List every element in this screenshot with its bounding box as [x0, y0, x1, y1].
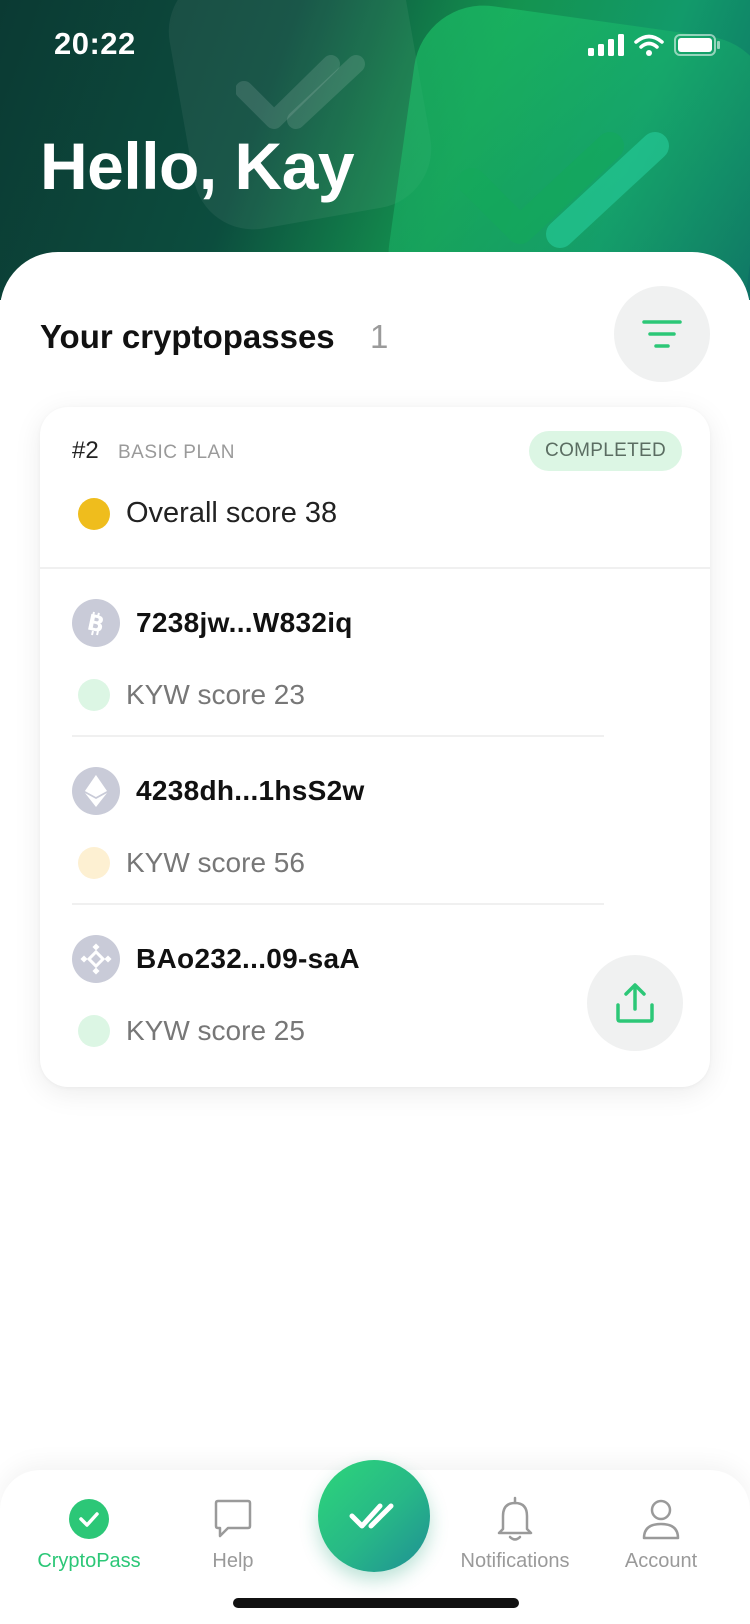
bell-icon [497, 1496, 533, 1541]
wallet-score-row: KYW score 23 [78, 679, 305, 711]
bitcoin-icon: B [72, 599, 120, 647]
home-indicator [233, 1598, 519, 1608]
status-bar: 20:22 [0, 0, 750, 90]
wallet-row[interactable]: 4238dh...1hsS2w KYW score 56 [40, 737, 710, 905]
battery-icon [674, 34, 720, 56]
greeting-title: Hello, Kay [40, 129, 355, 203]
chat-bubble-icon [214, 1499, 252, 1538]
wallet-address: BAo232...09-saA [136, 943, 360, 974]
score-indicator [78, 497, 110, 530]
ethereum-icon [72, 767, 120, 815]
card-header: #2 BASIC PLAN COMPLETED Overall score 38 [40, 407, 710, 567]
wallet-score: KYW score 56 [126, 847, 305, 878]
status-icons [588, 34, 720, 56]
scan-action-button[interactable] [318, 1460, 430, 1572]
binance-icon [72, 935, 120, 983]
nav-label: Help [212, 1550, 254, 1572]
wallet-address: 4238dh...1hsS2w [136, 775, 365, 806]
user-icon [642, 1499, 680, 1540]
overall-score: Overall score 38 [126, 497, 338, 529]
nav-label: CryptoPass [37, 1550, 141, 1572]
score-indicator [78, 1015, 110, 1047]
wallet-address: 7238jw...W832iq [136, 607, 353, 638]
wallet-score: KYW score 23 [126, 679, 305, 710]
main-content: Your cryptopasses 1 #2 BASIC PLAN COMPLE… [0, 252, 750, 1624]
section-count: 1 [370, 318, 389, 355]
plan-name: BASIC PLAN [118, 442, 235, 463]
filter-button[interactable] [614, 286, 710, 382]
share-icon [616, 983, 654, 1023]
svg-text:B: B [85, 610, 107, 638]
nav-item-cryptopass[interactable]: CryptoPass [14, 1494, 164, 1573]
nav-item-help[interactable]: Help [158, 1494, 308, 1573]
decorative-check-icon [460, 132, 669, 248]
filter-icon [642, 320, 682, 348]
nav-label: Notifications [460, 1550, 570, 1572]
section-title: Your cryptopasses [40, 318, 335, 355]
overall-score-row: Overall score 38 [78, 497, 337, 530]
wallet-score-row: KYW score 56 [78, 847, 305, 879]
double-check-icon [349, 1503, 394, 1529]
score-indicator [78, 847, 110, 879]
plan-id: #2 [72, 437, 99, 464]
wallet-row[interactable]: B 7238jw...W832iq KYW score 23 [40, 569, 710, 737]
status-badge: COMPLETED [529, 431, 682, 471]
wallet-score: KYW score 25 [126, 1015, 305, 1046]
cryptopass-card[interactable]: #2 BASIC PLAN COMPLETED Overall score 38… [40, 407, 710, 1087]
share-button[interactable] [587, 955, 683, 1051]
score-indicator [78, 679, 110, 711]
wallet-score-row: KYW score 25 [78, 1015, 305, 1047]
nav-item-notifications[interactable]: Notifications [440, 1494, 590, 1573]
status-time: 20:22 [54, 26, 136, 61]
check-circle-icon [69, 1499, 109, 1539]
nav-item-account[interactable]: Account [586, 1494, 736, 1573]
wifi-icon [634, 34, 664, 56]
nav-label: Account [624, 1550, 698, 1572]
signal-icon [588, 34, 624, 56]
